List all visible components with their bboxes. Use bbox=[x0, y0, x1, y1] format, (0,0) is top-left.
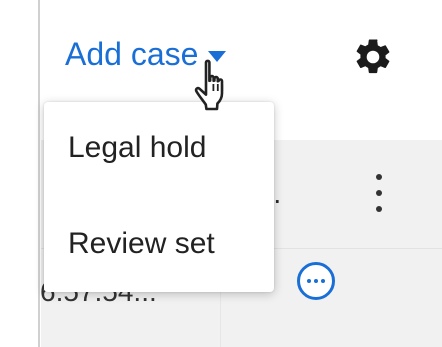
gear-icon[interactable] bbox=[352, 36, 394, 78]
hand-pointer-icon bbox=[194, 59, 224, 111]
more-horizontal-circle-icon[interactable] bbox=[297, 262, 335, 300]
menu-item-review-set[interactable]: Review set bbox=[44, 214, 274, 274]
more-vertical-icon[interactable] bbox=[372, 174, 386, 212]
menu-item-legal-hold[interactable]: Legal hold bbox=[44, 118, 274, 178]
page: ct... 6.57.54... Add case Legal hold Rev… bbox=[0, 0, 442, 347]
add-case-label: Add case bbox=[65, 36, 199, 72]
add-case-dropdown-menu: Legal hold Review set bbox=[44, 102, 274, 292]
